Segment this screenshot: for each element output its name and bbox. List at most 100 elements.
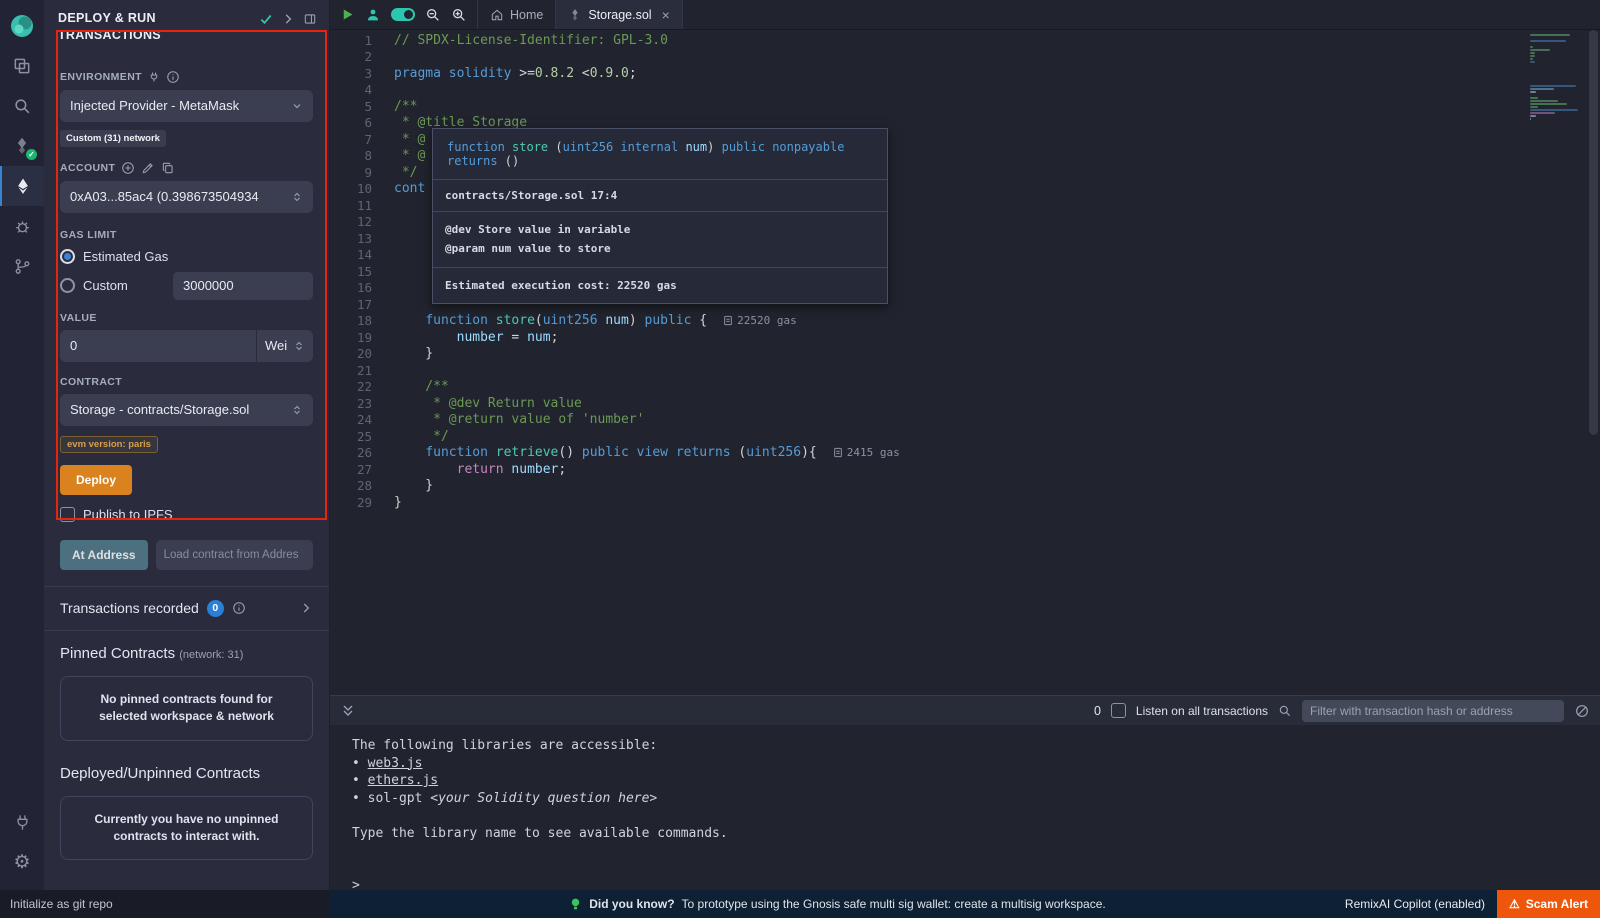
deploy-run-icon[interactable] <box>0 166 44 206</box>
line-number: 21 <box>330 363 372 378</box>
code-line[interactable]: 27 return number; <box>330 461 1600 478</box>
scam-alert-button[interactable]: ⚠ Scam Alert <box>1497 890 1600 918</box>
radio-icon[interactable] <box>60 249 75 264</box>
code-line[interactable]: 23 * @dev Return value <box>330 395 1600 412</box>
library-link[interactable]: ethers.js <box>368 773 438 788</box>
home-icon <box>490 8 504 22</box>
line-number: 9 <box>330 165 372 180</box>
environment-label: ENVIRONMENT <box>60 71 142 83</box>
code-line[interactable]: 4 <box>330 82 1600 99</box>
info-icon[interactable] <box>232 601 246 615</box>
code-line[interactable]: 29} <box>330 494 1600 511</box>
hover-tooltip: function store (uint256 internal num) pu… <box>432 128 888 304</box>
contract-label: CONTRACT <box>60 376 122 388</box>
line-number: 15 <box>330 264 372 279</box>
expand-chevron-icon[interactable] <box>299 601 313 615</box>
close-tab-icon[interactable]: × <box>662 7 670 23</box>
gas-estimate[interactable]: 22520 gas <box>723 314 797 327</box>
git-icon[interactable] <box>0 246 44 286</box>
terminal-line <box>352 807 1600 825</box>
checkbox-icon[interactable] <box>60 507 75 522</box>
solidity-compiler-icon[interactable]: ✓ <box>0 126 44 166</box>
run-script-icon[interactable] <box>340 7 355 22</box>
add-account-icon[interactable] <box>121 161 135 175</box>
workspaces-icon[interactable] <box>0 46 44 86</box>
plug-icon[interactable] <box>148 71 160 83</box>
zoom-out-icon[interactable] <box>425 7 441 23</box>
chevron-updown-icon <box>291 404 303 416</box>
code-line[interactable]: 25 */ <box>330 428 1600 445</box>
deploy-button[interactable]: Deploy <box>60 465 132 495</box>
code-editor[interactable]: 1// SPDX-License-Identifier: GPL-3.023pr… <box>330 30 1600 695</box>
publish-ipfs-option[interactable]: Publish to IPFS <box>60 507 313 522</box>
estimated-gas-label: Estimated Gas <box>83 249 168 264</box>
gas-estimate[interactable]: 2415 gas <box>833 446 900 459</box>
terminal[interactable]: The following libraries are accessible:•… <box>330 725 1600 890</box>
line-number: 18 <box>330 313 372 328</box>
pin-panel-icon[interactable] <box>303 12 317 26</box>
line-number: 25 <box>330 429 372 444</box>
environment-select[interactable]: Injected Provider - MetaMask <box>60 90 313 122</box>
status-bar: Initialize as git repo Did you know? To … <box>0 890 1600 918</box>
custom-gas-input[interactable] <box>173 272 313 300</box>
copy-account-icon[interactable] <box>161 161 175 175</box>
code-line[interactable]: 21 <box>330 362 1600 379</box>
info-icon[interactable] <box>166 70 180 84</box>
collapse-terminal-icon[interactable] <box>340 703 356 719</box>
code-line[interactable]: 3pragma solidity >=0.8.2 <0.9.0; <box>330 65 1600 82</box>
settings-gear-icon[interactable]: ⚙ <box>0 842 44 882</box>
code-line[interactable]: 5/** <box>330 98 1600 115</box>
transactions-recorded[interactable]: Transactions recorded 0 <box>44 587 329 630</box>
copilot-status[interactable]: RemixAI Copilot (enabled) <box>1345 897 1485 911</box>
account-select[interactable]: 0xA03...85ac4 (0.398673504934 <box>60 181 313 213</box>
line-number: 19 <box>330 330 372 345</box>
tab-storage-sol[interactable]: Storage.sol × <box>555 0 682 29</box>
listen-checkbox[interactable] <box>1111 703 1126 718</box>
tooltip-doc: @dev Store value in variable@param num v… <box>433 212 887 268</box>
git-init-button[interactable]: Initialize as git repo <box>0 890 330 918</box>
code-line[interactable]: 22 /** <box>330 379 1600 396</box>
at-address-input[interactable] <box>156 540 313 570</box>
code-line[interactable]: 28 } <box>330 478 1600 495</box>
zoom-in-icon[interactable] <box>451 7 467 23</box>
minimap[interactable] <box>1530 34 1582 121</box>
deployed-empty-message: Currently you have no unpinned contracts… <box>60 796 313 861</box>
line-number: 27 <box>330 462 372 477</box>
value-input[interactable] <box>60 330 256 362</box>
tooltip-signature: function store (uint256 internal num) pu… <box>433 129 887 180</box>
theme-toggle-icon[interactable] <box>391 8 415 21</box>
code-line[interactable]: 24 * @return value of 'number' <box>330 412 1600 429</box>
contract-select[interactable]: Storage - contracts/Storage.sol <box>60 394 313 426</box>
code-line[interactable]: 19 number = num; <box>330 329 1600 346</box>
code-line[interactable]: 1// SPDX-License-Identifier: GPL-3.0 <box>330 32 1600 49</box>
clear-console-icon[interactable] <box>1574 703 1590 719</box>
at-address-button[interactable]: At Address <box>60 540 148 570</box>
warning-icon: ⚠ <box>1509 897 1520 911</box>
search-icon[interactable] <box>0 86 44 126</box>
library-link[interactable]: web3.js <box>368 756 423 771</box>
main-area: Home Storage.sol × 1// SPDX-License-Iden… <box>330 0 1600 890</box>
activity-bar: ✓ ⚙ <box>0 0 44 890</box>
line-number: 3 <box>330 66 372 81</box>
code-line[interactable]: 26 function retrieve() public view retur… <box>330 445 1600 462</box>
custom-gas-option[interactable]: Custom <box>60 272 313 300</box>
filter-input[interactable] <box>1302 700 1564 722</box>
search-icon[interactable] <box>1278 704 1292 718</box>
code-line[interactable]: 20 } <box>330 346 1600 363</box>
deployed-contracts-heading: Deployed/Unpinned Contracts <box>44 751 329 786</box>
code-line[interactable]: 18 function store(uint256 num) public {2… <box>330 313 1600 330</box>
plugin-manager-icon[interactable] <box>0 802 44 842</box>
editor-scrollbar[interactable] <box>1589 30 1598 435</box>
radio-icon[interactable] <box>60 278 75 293</box>
accessibility-icon[interactable] <box>365 7 381 23</box>
terminal-line <box>352 860 1600 878</box>
code-line[interactable]: 2 <box>330 49 1600 66</box>
tab-home[interactable]: Home <box>477 0 555 29</box>
estimated-gas-option[interactable]: Estimated Gas <box>60 249 313 264</box>
chevron-right-icon[interactable] <box>281 12 295 26</box>
evm-version-badge: evm version: paris <box>60 436 158 453</box>
value-unit-select[interactable]: Wei <box>256 330 313 362</box>
edit-account-icon[interactable] <box>141 161 155 175</box>
remix-logo[interactable] <box>0 6 44 46</box>
debugger-icon[interactable] <box>0 206 44 246</box>
